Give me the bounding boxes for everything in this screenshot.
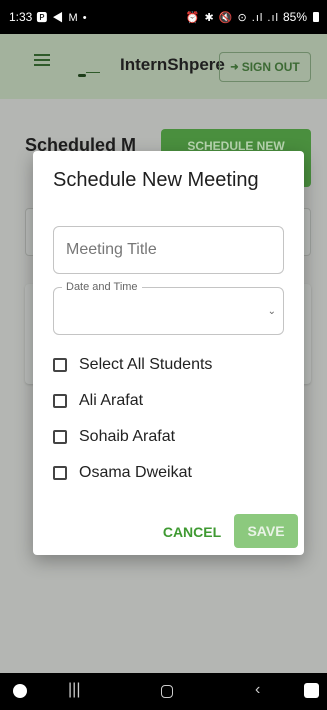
app-bar: InternShpere ➜ SIGN OUT — [0, 34, 327, 99]
date-time-select[interactable]: Date and Time ⌄ — [53, 281, 284, 335]
status-right: ⏰ ✱ 🔇 ⊙ .ıl .ıl 85% — [186, 10, 319, 24]
schedule-meeting-dialog: Schedule New Meeting Date and Time ⌄ Sel… — [33, 151, 304, 555]
checkbox-student[interactable]: Sohaib Arafat — [53, 428, 175, 446]
checkbox-label: Ali Arafat — [79, 392, 144, 409]
status-bar: 1:33 🅿 ◀ M • ⏰ ✱ 🔇 ⊙ .ıl .ıl 85% — [0, 0, 327, 34]
home-icon[interactable] — [161, 685, 173, 698]
battery-percent: 85% — [282, 10, 307, 24]
logo-icon — [78, 64, 104, 77]
cancel-button[interactable]: CANCEL — [157, 515, 227, 549]
screenshot-icon[interactable] — [304, 683, 319, 698]
checkbox-label: Sohaib Arafat — [79, 428, 176, 445]
checkbox-box[interactable] — [53, 394, 67, 408]
checkbox-box[interactable] — [53, 358, 67, 372]
checkbox-box[interactable] — [53, 430, 67, 444]
checkbox-student[interactable]: Osama Dweikat — [53, 464, 192, 482]
navigation-bar: ||| ‹ — [0, 673, 327, 710]
checkbox-box[interactable] — [53, 466, 67, 480]
assistant-icon[interactable] — [13, 684, 27, 698]
back-icon[interactable]: ‹ — [255, 681, 260, 699]
checkbox-select-all[interactable]: Select All Students — [53, 356, 212, 374]
dialog-title: Schedule New Meeting — [53, 169, 259, 191]
status-left: 1:33 🅿 ◀ M • — [9, 9, 88, 25]
recents-icon[interactable]: ||| — [68, 681, 80, 699]
sign-out-button[interactable]: ➜ SIGN OUT — [219, 52, 311, 82]
date-time-label: Date and Time — [62, 281, 142, 293]
battery-icon — [313, 12, 319, 22]
system-icons: ⏰ ✱ 🔇 ⊙ .ıl .ıl — [185, 11, 279, 24]
menu-icon[interactable] — [34, 54, 50, 66]
checkbox-student[interactable]: Ali Arafat — [53, 392, 143, 410]
save-button[interactable]: SAVE — [234, 514, 298, 548]
chevron-down-icon: ⌄ — [267, 306, 276, 317]
meeting-title-field[interactable] — [53, 226, 284, 274]
meeting-title-input[interactable] — [54, 227, 283, 273]
sign-out-icon: ➜ — [230, 61, 239, 73]
brand-title: InternShpere — [120, 55, 225, 74]
sign-out-label: SIGN OUT — [241, 60, 300, 74]
status-time: 1:33 — [9, 10, 33, 24]
checkbox-label: Select All Students — [79, 356, 213, 373]
notification-icons: 🅿 ◀ M • — [36, 12, 88, 24]
checkbox-label: Osama Dweikat — [79, 464, 192, 481]
